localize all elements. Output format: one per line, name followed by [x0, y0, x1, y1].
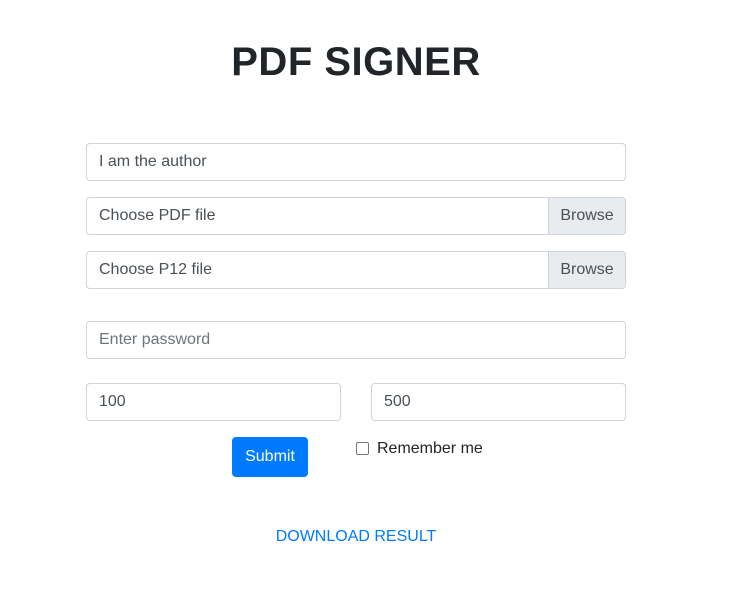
pdf-file-input[interactable]: Choose PDF file Browse	[86, 197, 626, 235]
p12-file-label: Choose P12 file	[99, 261, 212, 278]
remember-me-option[interactable]: Remember me	[356, 440, 483, 458]
pdf-browse-button[interactable]: Browse	[548, 198, 625, 234]
submit-button[interactable]: Submit	[232, 437, 308, 477]
password-input[interactable]	[87, 322, 625, 358]
download-result-link[interactable]: DOWNLOAD RESULT	[0, 528, 712, 546]
author-input[interactable]	[87, 144, 625, 180]
y-coordinate-input[interactable]	[372, 384, 625, 420]
page: PDF SIGNER Choose PDF file Browse Choose…	[0, 0, 730, 593]
page-title: PDF SIGNER	[231, 40, 481, 84]
remember-me-checkbox[interactable]	[356, 441, 369, 455]
author-field[interactable]	[86, 143, 626, 181]
p12-browse-button[interactable]: Browse	[548, 252, 625, 288]
p12-file-input[interactable]: Choose P12 file Browse	[86, 251, 626, 289]
remember-me-label: Remember me	[377, 440, 483, 457]
x-coordinate-field[interactable]	[86, 383, 341, 421]
pdf-file-label: Choose PDF file	[99, 207, 216, 224]
y-coordinate-field[interactable]	[371, 383, 626, 421]
password-field[interactable]	[86, 321, 626, 359]
x-coordinate-input[interactable]	[87, 384, 340, 420]
